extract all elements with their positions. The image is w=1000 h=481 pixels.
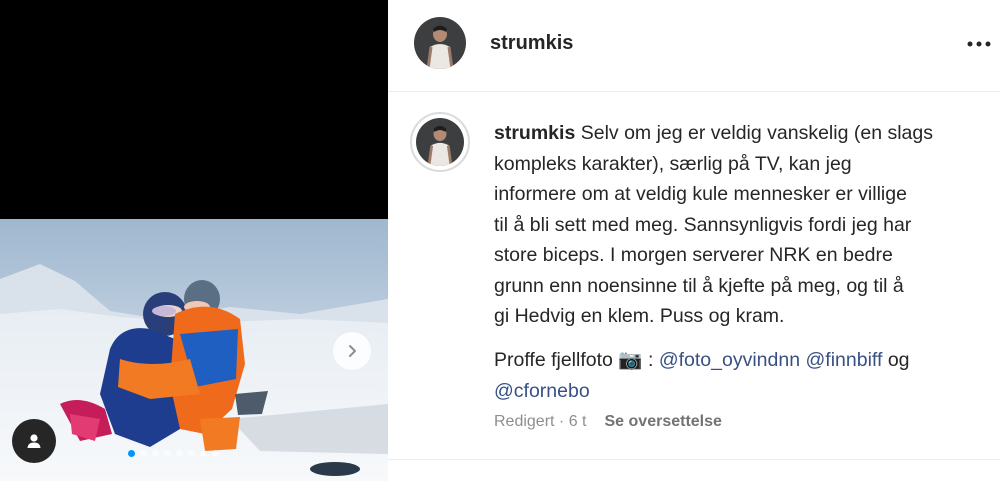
caption-line: store biceps. I morgen serverer NRK en b… [494,244,893,266]
carousel-dot [164,450,171,457]
tagged-users-button[interactable] [12,419,56,463]
carousel-next-button[interactable] [333,332,371,370]
mention-link[interactable]: @cfornebo [494,380,590,402]
avatar[interactable] [414,17,466,69]
time-ago[interactable]: 6 t [569,413,587,430]
caption-line: strumkis Selv om jeg er veldig vanskelig… [494,118,990,149]
caption-line: grunn enn noensinne til å kjefte på meg,… [494,274,904,297]
caption-meta: Redigert · 6 t Se oversettelse [494,413,722,431]
photo-credits: Proffe fjellfoto 📷 : @foto_oyvindnn @fin… [494,345,990,406]
header-username[interactable]: strumkis [490,32,573,55]
post-photo [0,219,388,481]
post-side-panel: strumkis strumkis Selv om jeg er veldig … [388,0,1000,481]
mention-link[interactable]: @finnbiff [805,349,882,371]
user-icon [27,434,41,448]
post-media [0,0,388,481]
post-header: strumkis [388,0,1000,92]
carousel-dot [200,450,207,457]
caption-line: informere om at veldig kule mennesker er… [494,183,907,205]
more-horizontal-icon [967,41,991,47]
carousel-dot [140,450,147,457]
credits-prefix: Proffe fjellfoto 📷 : [494,349,659,371]
caption-line: kompleks karakter), særlig på TV, kan je… [494,152,852,175]
caption-line: gi Hedvig en klem. Puss og kram. [494,305,785,327]
carousel-dot [128,450,135,457]
divider [388,459,1000,460]
caption-text: Selv om jeg er veldig vanskelig (en slag… [580,122,933,144]
caption-line: til å bli sett med meg. Sannsynligvis fo… [494,213,912,236]
more-options-button[interactable] [964,34,994,54]
edited-label: Redigert [494,413,555,430]
post-caption: strumkis Selv om jeg er veldig vanskelig… [494,118,990,332]
carousel-indicator [128,450,219,457]
caption-username[interactable]: strumkis [494,122,575,144]
credits-line: @cfornebo [494,376,990,407]
carousel-dot [212,450,219,457]
credits-joiner: og [887,349,910,371]
chevron-right-icon [349,345,356,357]
avatar[interactable] [416,118,464,166]
edited-timestamp: Redigert · 6 t [494,413,587,430]
carousel-dot [188,450,195,457]
credits-line: Proffe fjellfoto 📷 : @foto_oyvindnn @fin… [494,345,990,376]
mention-link[interactable]: @foto_oyvindnn [659,349,800,371]
see-translation-button[interactable]: Se oversettelse [605,413,722,431]
carousel-dot [176,450,183,457]
carousel-dot [152,450,159,457]
